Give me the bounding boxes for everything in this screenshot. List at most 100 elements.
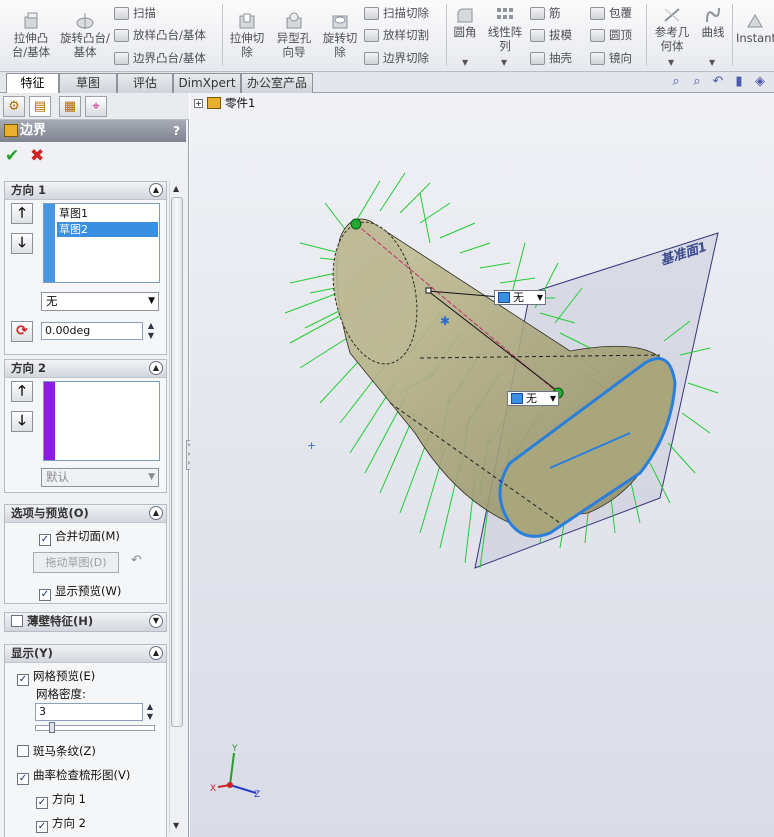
configuration-manager-tab-icon[interactable]: ▦: [59, 96, 81, 117]
zoom-area-icon[interactable]: ⌕: [689, 74, 705, 90]
ribbon-separator: [222, 4, 223, 66]
property-manager-tab-icon[interactable]: ▤: [29, 96, 51, 117]
draft-button[interactable]: 拔模: [530, 27, 572, 43]
slider-thumb[interactable]: [49, 722, 55, 733]
zoom-to-fit-icon[interactable]: ⌕: [668, 74, 684, 90]
direction1-curves-list[interactable]: 草图1 草图2: [43, 203, 160, 283]
fillet-button[interactable]: 圆角: [450, 6, 480, 39]
curvature-comb-checkbox[interactable]: ✓ 曲率检查梳形图(V): [17, 767, 130, 785]
dome-button[interactable]: 圆顶: [590, 27, 632, 43]
direction2-header[interactable]: 方向 2 ▲: [5, 360, 166, 378]
curves-dropdown-icon[interactable]: ▼: [709, 58, 715, 67]
thin-feature-header[interactable]: 薄壁特征(H) ▼: [5, 613, 166, 631]
hole-wizard-button[interactable]: 异型孔向导: [272, 12, 316, 59]
cancel-x-icon[interactable]: ✖: [30, 146, 44, 166]
comb-direction2-checkbox[interactable]: ✓ 方向 2: [36, 815, 86, 833]
undo-icon[interactable]: ↶: [131, 553, 142, 568]
help-icon[interactable]: ?: [173, 120, 180, 142]
tab-features[interactable]: 特征: [6, 73, 59, 93]
revolve-cut-label: 旋转切除: [322, 31, 358, 59]
move-up-button[interactable]: 🡑: [11, 203, 33, 224]
scroll-down-icon[interactable]: ▼: [173, 821, 179, 830]
comb-direction1-checkbox[interactable]: ✓ 方向 1: [36, 791, 86, 809]
display-header[interactable]: 显示(Y) ▲: [5, 645, 166, 663]
direction2-curves-list[interactable]: [43, 381, 160, 461]
graphics-viewport[interactable]: + 零件1 基准面1 ✱ + Y Z X 无 ▼ 无 ▼: [190, 93, 774, 837]
dimxpert-manager-tab-icon[interactable]: ⌖: [85, 96, 107, 117]
sweep-button[interactable]: 扫描: [114, 5, 156, 21]
linear-pattern-button[interactable]: 线性阵列: [484, 6, 526, 53]
reverse-direction-icon[interactable]: ⟳: [11, 321, 33, 342]
extrude-cut-button[interactable]: 拉伸切除: [226, 12, 268, 59]
extrude-boss-button[interactable]: 拉伸凸台/基体: [8, 12, 54, 59]
draft-angle-field[interactable]: 0.00deg: [41, 322, 143, 340]
mirror-label: 镜向: [609, 51, 632, 65]
thin-feature-checkbox[interactable]: [11, 615, 23, 627]
list-item-selected[interactable]: 草图2: [57, 222, 158, 237]
boundary-boss-button[interactable]: 边界凸台/基体: [114, 50, 206, 66]
handle-point[interactable]: [425, 287, 432, 294]
show-preview-checkbox[interactable]: ✓ 显示预览(W): [39, 583, 121, 601]
move-down-button[interactable]: 🡓: [11, 411, 33, 432]
expand-icon[interactable]: ▼: [149, 614, 163, 628]
property-manager-header: 边界 ?: [0, 120, 186, 142]
move-triad-icon[interactable]: ✱: [440, 314, 450, 328]
collapse-icon[interactable]: ▲: [149, 183, 163, 197]
move-down-button[interactable]: 🡓: [11, 233, 33, 254]
mesh-preview-checkbox[interactable]: ✓ 网格预览(E): [17, 668, 95, 686]
swept-cut-button[interactable]: 扫描切除: [364, 5, 429, 21]
options-header[interactable]: 选项与预览(O) ▲: [5, 505, 166, 523]
merge-faces-checkbox[interactable]: ✓ 合并切面(M): [39, 528, 120, 546]
panel-scrollbar[interactable]: ▲ ▼: [169, 181, 184, 833]
list-item[interactable]: 草图1: [57, 206, 90, 221]
reference-geometry-button[interactable]: 参考几何体: [650, 6, 694, 53]
scroll-up-icon[interactable]: ▲: [173, 184, 179, 193]
tangency-callout-1[interactable]: 无 ▼: [494, 290, 546, 305]
collapse-icon[interactable]: ▲: [149, 361, 163, 375]
tab-evaluate[interactable]: 评估: [117, 73, 173, 93]
view-orientation-icon[interactable]: ◈: [752, 74, 768, 90]
shell-icon: [530, 51, 545, 65]
rib-button[interactable]: 筋: [530, 5, 561, 21]
scroll-thumb[interactable]: [171, 197, 183, 727]
drag-sketch-button[interactable]: 拖动草图(D): [33, 552, 119, 573]
checkmark-icon: ✓: [36, 797, 48, 809]
tangency-callout-2[interactable]: 无 ▼: [507, 391, 559, 406]
direction1-tangency-select[interactable]: 无 ▼: [41, 292, 159, 311]
feature-manager-tab-icon[interactable]: ⚙: [3, 96, 25, 117]
tab-office-products[interactable]: 办公室产品: [241, 73, 313, 93]
mirror-button[interactable]: 镜向: [590, 50, 632, 66]
shell-button[interactable]: 抽壳: [530, 50, 572, 66]
instant3d-button[interactable]: Instant: [736, 12, 774, 45]
lofted-cut-button[interactable]: 放样切割: [364, 27, 429, 43]
previous-view-icon[interactable]: ↶: [710, 74, 726, 90]
ok-check-icon[interactable]: ✔: [5, 146, 19, 166]
manager-tabs: ⚙ ▤ ▦ ⌖: [0, 93, 189, 120]
direction1-header[interactable]: 方向 1 ▲: [5, 182, 166, 200]
direction2-tangency-select[interactable]: 默认 ▼: [41, 468, 159, 487]
connector-point[interactable]: [350, 218, 362, 230]
fillet-dropdown-icon[interactable]: ▼: [462, 58, 468, 67]
revolve-boss-button[interactable]: 旋转凸台/基体: [60, 12, 110, 59]
tab-sketch[interactable]: 草图: [59, 73, 117, 93]
ref-geometry-dropdown-icon[interactable]: ▼: [668, 58, 674, 67]
pattern-dropdown-icon[interactable]: ▼: [501, 58, 507, 67]
hole-wizard-label: 异型孔向导: [276, 31, 312, 59]
collapse-icon[interactable]: ▲: [149, 646, 163, 660]
section-view-icon[interactable]: ▮: [731, 74, 747, 90]
tab-dimxpert[interactable]: DimXpert: [173, 73, 241, 93]
revolve-cut-button[interactable]: 旋转切除: [318, 12, 362, 59]
loft-boss-button[interactable]: 放样凸台/基体: [114, 27, 206, 43]
collapse-icon[interactable]: ▲: [149, 506, 163, 520]
checkmark-icon: ✓: [39, 534, 51, 546]
zebra-stripes-checkbox[interactable]: 斑马条纹(Z): [17, 743, 96, 759]
move-up-button[interactable]: 🡑: [11, 381, 33, 402]
mesh-density-spinner[interactable]: ▲ ▼: [144, 702, 156, 722]
angle-spinner[interactable]: ▲ ▼: [145, 321, 157, 341]
curves-button[interactable]: 曲线: [698, 6, 728, 39]
boundary-cut-button[interactable]: 边界切除: [364, 50, 429, 66]
tangency-value: 无: [46, 294, 58, 308]
wrap-button[interactable]: 包覆: [590, 5, 632, 21]
lofted-cut-icon: [364, 28, 379, 42]
mesh-density-field[interactable]: 3: [35, 703, 143, 721]
